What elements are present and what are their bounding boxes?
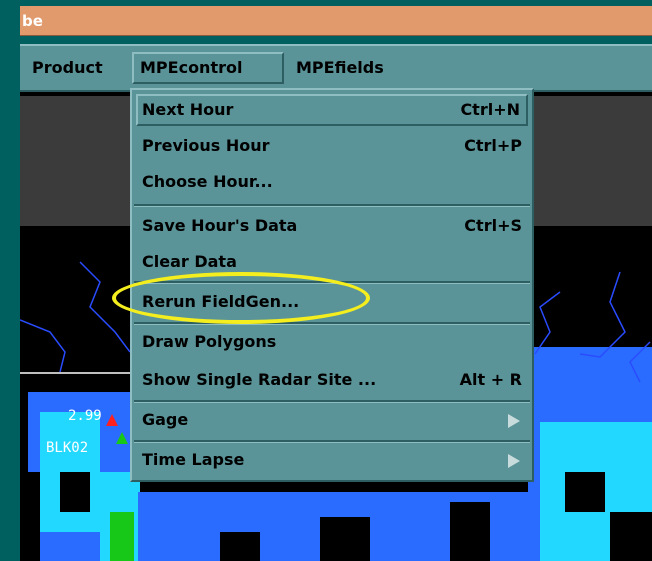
cascade-arrow-icon bbox=[508, 454, 520, 468]
menu-item-save-hour-data[interactable]: Save Hour's Data Ctrl+S bbox=[136, 210, 528, 242]
clear-data-label: Clear Data bbox=[142, 252, 237, 271]
menu-product[interactable]: Product bbox=[26, 52, 109, 84]
menu-mpecontrol[interactable]: MPEcontrol bbox=[132, 52, 284, 84]
menu-separator bbox=[134, 322, 530, 325]
time-lapse-label: Time Lapse bbox=[142, 450, 245, 469]
menu-separator bbox=[134, 400, 530, 403]
menu-product-label: Product bbox=[32, 58, 103, 77]
previous-hour-accel: Ctrl+P bbox=[464, 136, 522, 155]
window-frame: be Product MPEcontrol MPEfields 2.99 BLK… bbox=[0, 0, 652, 561]
save-hour-data-label: Save Hour's Data bbox=[142, 216, 298, 235]
rerun-fieldgen-label: Rerun FieldGen... bbox=[142, 292, 300, 311]
show-single-radar-site-label: Show Single Radar Site ... bbox=[142, 370, 377, 389]
menu-separator bbox=[134, 281, 530, 284]
menu-mpefields[interactable]: MPEfields bbox=[290, 52, 390, 84]
precip-area-green bbox=[110, 512, 134, 561]
draw-polygons-label: Draw Polygons bbox=[142, 332, 277, 351]
title-bar[interactable]: be bbox=[20, 6, 652, 36]
choose-hour-label: Choose Hour... bbox=[142, 172, 273, 191]
menu-item-draw-polygons[interactable]: Draw Polygons bbox=[136, 326, 528, 358]
menu-item-show-single-radar-site[interactable]: Show Single Radar Site ... Alt + R bbox=[136, 364, 528, 396]
next-hour-label: Next Hour bbox=[142, 100, 234, 119]
menu-separator bbox=[134, 204, 530, 207]
menu-item-choose-hour[interactable]: Choose Hour... bbox=[136, 166, 528, 198]
menu-item-rerun-fieldgen[interactable]: Rerun FieldGen... bbox=[136, 286, 528, 318]
gage-label: Gage bbox=[142, 410, 189, 429]
window-title: be bbox=[22, 12, 43, 30]
cascade-arrow-icon bbox=[508, 414, 520, 428]
gage-id-label: BLK02 bbox=[46, 440, 89, 456]
show-single-radar-site-accel: Alt + R bbox=[459, 370, 522, 389]
menu-bar: Product MPEcontrol MPEfields bbox=[20, 44, 652, 92]
next-hour-accel: Ctrl+N bbox=[460, 100, 520, 119]
previous-hour-label: Previous Hour bbox=[142, 136, 270, 155]
menu-mpecontrol-label: MPEcontrol bbox=[140, 58, 243, 77]
menu-separator bbox=[134, 440, 530, 443]
menu-mpefields-label: MPEfields bbox=[296, 58, 384, 77]
gage-value-label: 2.99 bbox=[68, 408, 102, 424]
menu-item-time-lapse[interactable]: Time Lapse bbox=[136, 444, 528, 476]
menu-item-next-hour[interactable]: Next Hour Ctrl+N bbox=[136, 94, 528, 126]
save-hour-data-accel: Ctrl+S bbox=[464, 216, 522, 235]
menu-item-clear-data[interactable]: Clear Data bbox=[136, 246, 528, 278]
mpecontrol-dropdown-menu: Next Hour Ctrl+N Previous Hour Ctrl+P Ch… bbox=[130, 88, 534, 482]
menu-item-previous-hour[interactable]: Previous Hour Ctrl+P bbox=[136, 130, 528, 162]
menu-item-gage[interactable]: Gage bbox=[136, 404, 528, 436]
